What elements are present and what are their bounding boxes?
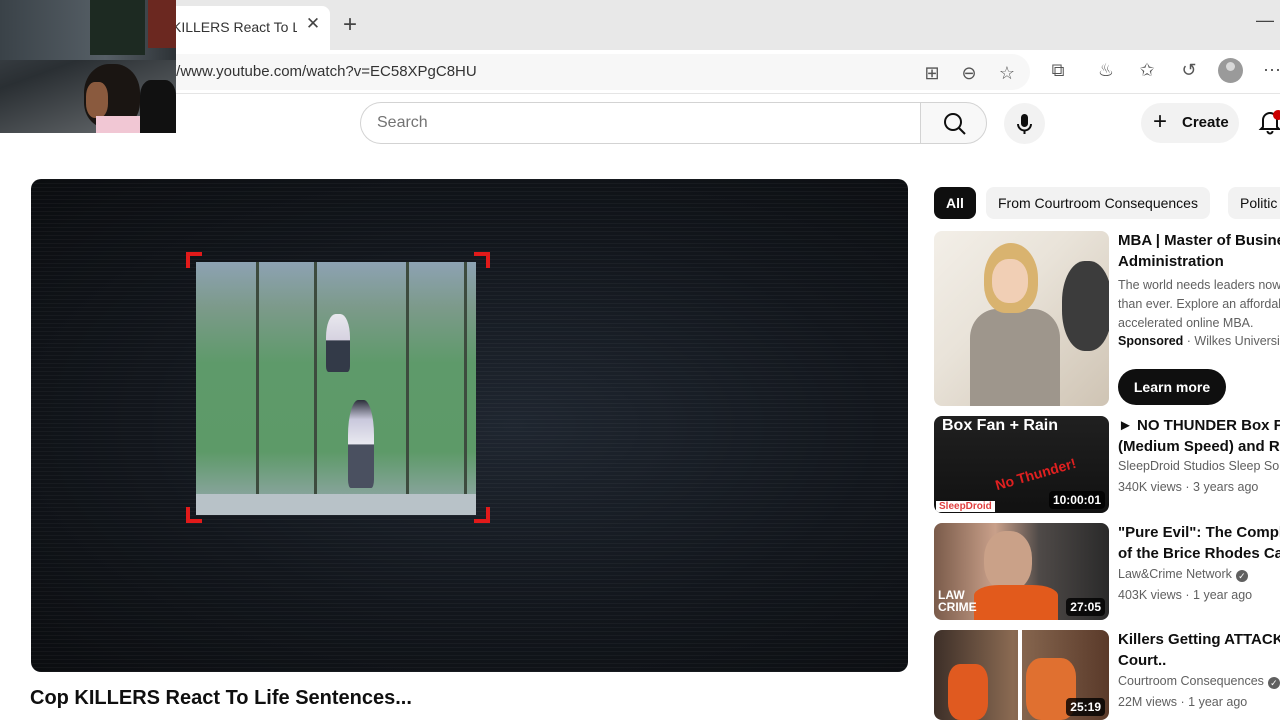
search-icon: [944, 113, 966, 135]
search-button[interactable]: [920, 102, 987, 144]
search-placeholder: Search: [377, 114, 428, 131]
channel-line[interactable]: Law&Crime Network ✓: [1118, 567, 1248, 582]
fence-post: [256, 262, 259, 515]
url-text[interactable]: //www.youtube.com/watch?v=EC58XPgC8HU: [172, 63, 477, 80]
tab-strip: KILLERS React To Life ✕ + —: [0, 0, 1280, 50]
notification-badge: [1273, 110, 1280, 120]
create-label: Create: [1182, 114, 1229, 131]
address-bar[interactable]: //www.youtube.com/watch?v=EC58XPgC8HU ⊞ …: [150, 54, 1030, 90]
thumb-logo: LAW CRIME: [938, 589, 977, 613]
fence-post: [314, 262, 317, 515]
thumb-decor: [970, 309, 1060, 406]
channel-name[interactable]: Courtroom Consequences: [1118, 674, 1264, 688]
sponsored-label: Sponsored: [1118, 334, 1184, 348]
video-title-line1[interactable]: ► NO THUNDER Box Fan: [1118, 415, 1280, 436]
fence-post: [464, 262, 467, 515]
channel-name[interactable]: SleepDroid Studios Sleep Sou: [1118, 459, 1280, 473]
video-thumbnail[interactable]: LAW CRIME 27:05: [934, 523, 1109, 620]
minimize-window-button[interactable]: —: [1256, 10, 1276, 30]
thumb-logo-line: CRIME: [938, 600, 977, 614]
webcam-person-face: [86, 82, 108, 118]
figure-running: [348, 400, 374, 488]
history-icon[interactable]: ↺: [1177, 58, 1201, 82]
fence-post: [406, 262, 409, 515]
thumb-logo: SleepDroid: [936, 501, 995, 512]
new-tab-button[interactable]: +: [338, 13, 362, 38]
verified-icon: ✓: [1235, 570, 1248, 582]
browser-window: KILLERS React To Life ✕ + — //www.youtub…: [0, 0, 1280, 720]
ad-title-line2[interactable]: Administration: [1118, 251, 1224, 272]
extensions-icon[interactable]: ⧉: [1046, 58, 1070, 82]
ad-sponsor-line: Sponsored · Wilkes Universit: [1118, 332, 1280, 351]
create-button[interactable]: + Create: [1141, 103, 1239, 143]
thumb-decor: [984, 531, 1032, 591]
thumb-decor: [1062, 261, 1109, 351]
thumb-accent-text: No Thunder!: [993, 454, 1078, 494]
figure-running: [326, 314, 350, 372]
video-title-line1[interactable]: "Pure Evil": The Complete: [1118, 522, 1280, 543]
webcam-overlay: [0, 0, 176, 133]
microphone-icon: [1017, 114, 1032, 134]
video-meta: 403K views · 1 year ago: [1118, 588, 1253, 602]
thumb-decor: [1018, 630, 1022, 720]
profile-avatar-icon[interactable]: [1218, 58, 1243, 83]
video-title-line2[interactable]: (Medium Speed) and RA: [1118, 436, 1280, 457]
frame-corner-marker: [186, 507, 202, 523]
address-bar-row: //www.youtube.com/watch?v=EC58XPgC8HU ⊞ …: [0, 50, 1280, 94]
webcam-poster: [90, 0, 145, 55]
video-duration: 27:05: [1066, 598, 1105, 616]
video-duration: 25:19: [1066, 698, 1105, 716]
video-title: Cop KILLERS React To Life Sentences...: [30, 687, 412, 709]
app-available-icon[interactable]: ⊞: [921, 62, 943, 84]
plus-icon: +: [1153, 108, 1168, 135]
favorites-icon[interactable]: ✩: [1135, 58, 1159, 82]
video-title-line2[interactable]: of the Brice Rhodes Case: [1118, 543, 1280, 564]
thumb-decor: [974, 585, 1058, 620]
search-input[interactable]: Search: [360, 102, 922, 144]
thumb-decor: [948, 664, 988, 720]
ad-thumbnail[interactable]: [934, 231, 1109, 406]
ad-description: The world needs leaders now: [1118, 278, 1280, 292]
video-thumbnail[interactable]: 25:19: [934, 630, 1109, 720]
frame-corner-marker: [186, 252, 202, 268]
chip-from-channel[interactable]: From Courtroom Consequences: [986, 187, 1210, 219]
video-title-line1[interactable]: Killers Getting ATTACKED: [1118, 629, 1280, 650]
voice-search-button[interactable]: [1004, 103, 1045, 144]
ad-description: accelerated online MBA.: [1118, 316, 1254, 330]
video-player[interactable]: [31, 179, 908, 672]
video-meta: 22M views · 1 year ago: [1118, 695, 1248, 709]
webcam-poster: [148, 0, 176, 48]
learn-more-button[interactable]: Learn more: [1118, 369, 1226, 405]
video-title-line2[interactable]: Court..: [1118, 650, 1166, 671]
zoom-out-icon[interactable]: ⊖: [958, 62, 980, 84]
frame-corner-marker: [474, 252, 490, 268]
video-meta: 340K views · 3 years ago: [1118, 480, 1259, 494]
thumb-decor: [992, 259, 1028, 303]
more-menu-icon[interactable]: ⋯: [1260, 58, 1280, 82]
browser-essentials-icon[interactable]: ♨: [1094, 58, 1118, 82]
channel-name[interactable]: Law&Crime Network: [1118, 567, 1232, 581]
close-tab-icon[interactable]: ✕: [304, 15, 322, 33]
ground: [196, 494, 476, 515]
surveillance-footage: [196, 262, 476, 515]
frame-corner-marker: [474, 507, 490, 523]
ad-description: than ever. Explore an affordal: [1118, 297, 1280, 311]
ad-title-line1[interactable]: MBA | Master of Busines: [1118, 230, 1280, 251]
video-duration: 10:00:01: [1048, 491, 1105, 509]
advertiser-name: · Wilkes Universit: [1183, 334, 1280, 348]
favorite-star-icon[interactable]: ☆: [996, 62, 1018, 84]
browser-tab[interactable]: KILLERS React To Life ✕: [160, 6, 330, 50]
chip-all[interactable]: All: [934, 187, 976, 219]
chip-politics[interactable]: Politic: [1228, 187, 1280, 219]
channel-line[interactable]: Courtroom Consequences ✓: [1118, 674, 1280, 689]
verified-icon: ✓: [1267, 677, 1280, 689]
video-thumbnail[interactable]: Box Fan + Rain No Thunder! SleepDroid 10…: [934, 416, 1109, 513]
thumb-text: Box Fan + Rain: [942, 417, 1059, 434]
tab-title: KILLERS React To Life: [172, 19, 297, 35]
webcam-second-person: [140, 80, 176, 133]
